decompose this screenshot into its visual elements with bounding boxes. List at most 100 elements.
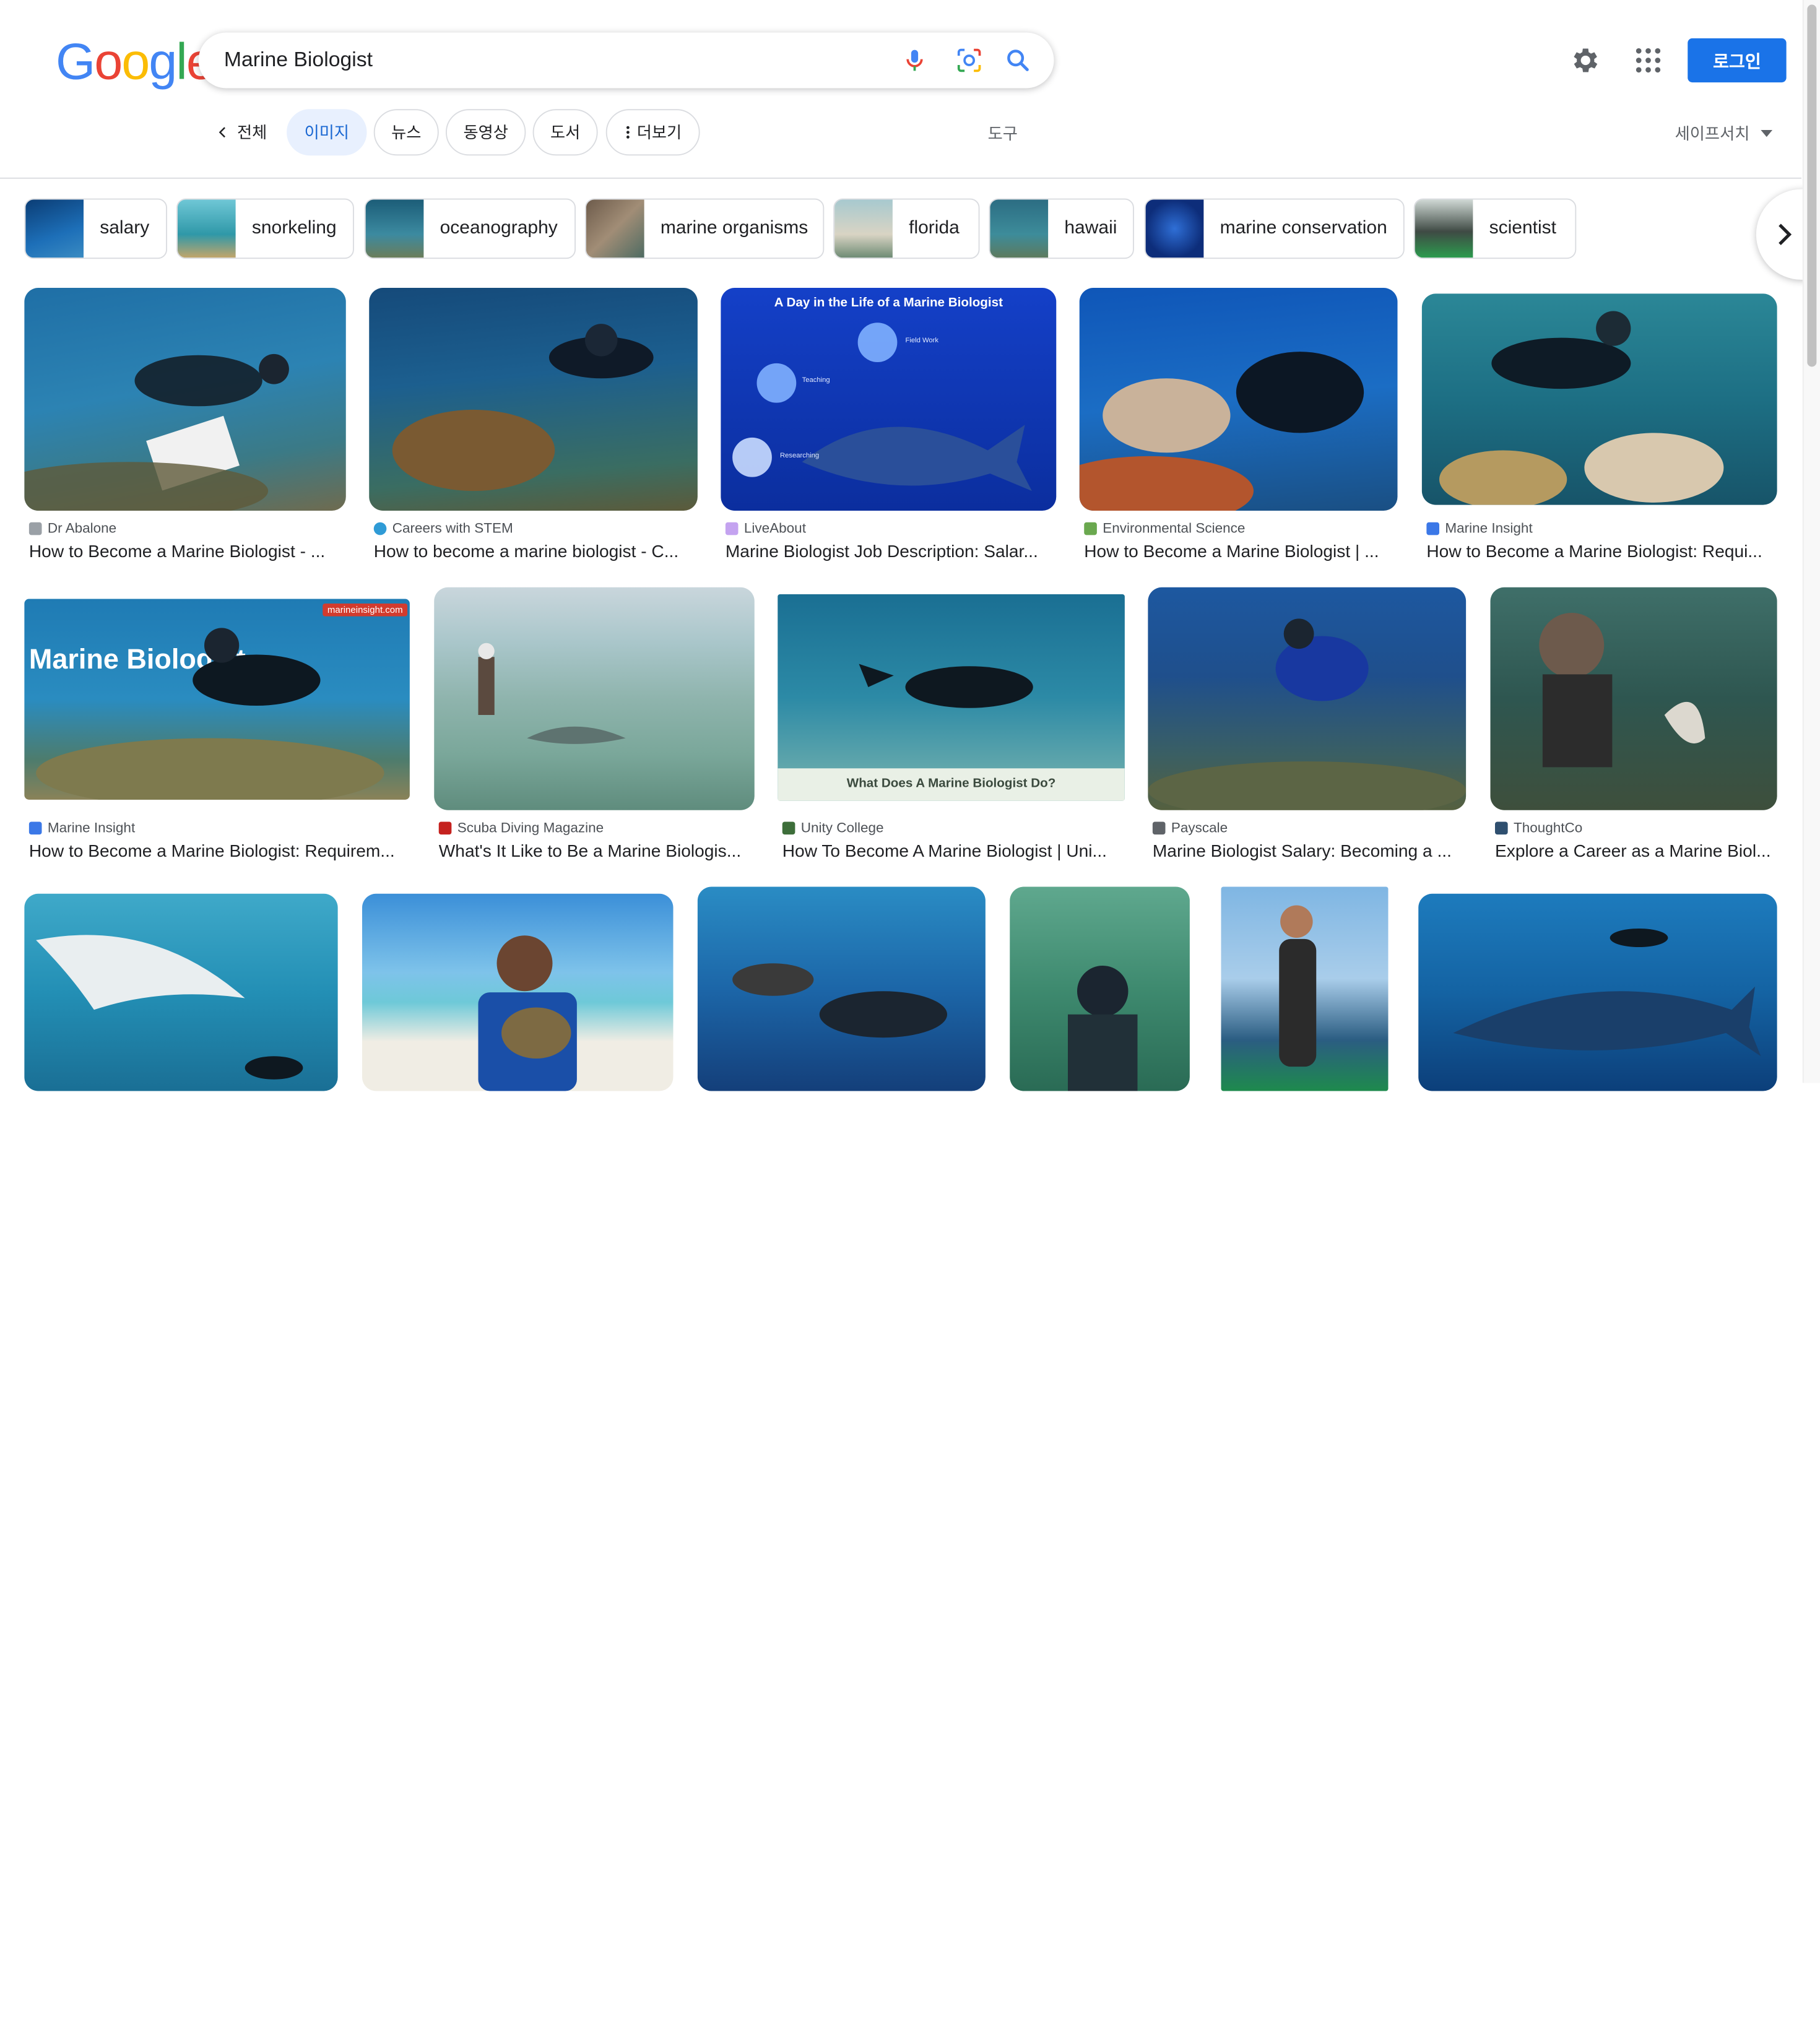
result-image[interactable] (434, 587, 755, 810)
infographic-label: Teaching (802, 377, 830, 384)
result-source[interactable]: Marine Insight (28, 819, 136, 836)
diver-coral-illustration (1439, 311, 1724, 505)
chip-thumbnail (1145, 199, 1204, 258)
result-source[interactable]: Careers with STEM (373, 520, 513, 537)
result-image[interactable] (362, 893, 674, 1091)
chevron-right-icon (1779, 223, 1792, 246)
safesearch-button[interactable]: 세이프서치 (1675, 122, 1773, 145)
result-source-label: Scuba Diving Magazine (457, 819, 604, 836)
result-title[interactable]: How to become a marine biologist - C... (374, 542, 688, 562)
result-title[interactable]: How to Become a Marine Biologist: Requi.… (1426, 542, 1767, 562)
favicon-icon (1426, 521, 1439, 535)
result-image[interactable]: Marine Biologist marineinsight.com (24, 599, 410, 800)
chip-snorkeling[interactable]: snorkeling (176, 198, 354, 259)
result-title[interactable]: Marine Biologist Job Description: Salar.… (726, 542, 1047, 562)
result-title[interactable]: How to Become a Marine Biologist | ... (1084, 542, 1388, 562)
google-logo[interactable]: Google (56, 33, 215, 93)
result-source[interactable]: Scuba Diving Magazine (438, 819, 604, 836)
chip-label: florida (909, 218, 960, 238)
result-image[interactable] (24, 893, 338, 1091)
chip-thumbnail (990, 199, 1049, 258)
result-image[interactable] (1418, 893, 1777, 1091)
result-title[interactable]: Explore a Career as a Marine Biol... (1495, 841, 1774, 861)
diver-illustration (24, 353, 289, 511)
diver-kelp-illustration (1068, 966, 1138, 1091)
result-image[interactable] (24, 288, 346, 511)
search-icon[interactable] (1004, 46, 1032, 74)
favicon-icon (782, 821, 795, 834)
chip-florida[interactable]: florida (833, 198, 980, 259)
chip-scientist[interactable]: scientist (1413, 198, 1577, 259)
tab-news[interactable]: 뉴스 (373, 109, 439, 156)
google-images-page: Google Marine Biologist 로그인 (0, 0, 1820, 2031)
result-image[interactable] (1148, 587, 1467, 810)
result-image[interactable] (1221, 886, 1389, 1091)
result-image[interactable] (697, 886, 986, 1091)
search-box[interactable]: Marine Biologist (198, 32, 1054, 89)
tab-all[interactable]: 전체 (200, 109, 284, 155)
result-source-label: Unity College (800, 819, 884, 836)
chip-salary[interactable]: salary (24, 198, 167, 259)
result-image[interactable] (1421, 293, 1777, 505)
tab-more-label: 더보기 (636, 123, 682, 142)
result-source-label: ThoughtCo (1514, 819, 1583, 836)
result-source-label: Environmental Science (1103, 520, 1246, 537)
diver-quadrat-illustration (36, 628, 384, 800)
result-title[interactable]: What's It Like to Be a Marine Biologis..… (439, 841, 745, 861)
result-source[interactable]: Environmental Science (1084, 520, 1245, 536)
favicon-icon (438, 821, 452, 834)
apps-grid-icon[interactable] (1632, 44, 1665, 77)
chip-thumbnail (1415, 199, 1473, 258)
result-image[interactable] (369, 288, 698, 511)
chip-label: hawaii (1064, 218, 1117, 238)
result-title[interactable]: How to Become a Marine Biologist - ... (29, 542, 337, 562)
chip-label: oceanography (440, 218, 558, 238)
result-source[interactable]: ThoughtCo (1495, 820, 1582, 836)
chip-marine-organisms[interactable]: marine organisms (585, 198, 825, 259)
favicon-icon (28, 821, 42, 834)
tab-books[interactable]: 도서 (532, 109, 598, 156)
favicon-icon (1152, 821, 1166, 834)
result-source-label: Marine Insight (47, 819, 136, 836)
chip-thumbnail (586, 199, 644, 258)
chip-label: salary (100, 218, 150, 238)
result-source[interactable]: Unity College (782, 820, 884, 836)
tab-more[interactable]: 더보기 (605, 109, 700, 156)
search-input[interactable]: Marine Biologist (224, 48, 373, 72)
favicon-icon (725, 521, 739, 535)
result-source-label: Careers with STEM (392, 520, 513, 537)
camera-lens-icon[interactable] (955, 46, 983, 74)
lionfish-illustration (1079, 352, 1364, 511)
chip-thumbnail (177, 199, 236, 258)
login-button[interactable]: 로그인 (1688, 38, 1787, 83)
tab-images[interactable]: 이미지 (287, 109, 367, 156)
infographic-label: Field Work (905, 337, 939, 345)
result-title[interactable]: How to Become a Marine Biologist: Requir… (29, 841, 401, 861)
result-source[interactable]: Marine Insight (1426, 520, 1533, 536)
settings-gear-icon[interactable] (1569, 44, 1602, 77)
header-divider (0, 177, 1801, 179)
scrollbar-thumb[interactable] (1807, 4, 1817, 367)
result-source[interactable]: Payscale (1152, 820, 1228, 836)
tab-videos[interactable]: 동영상 (446, 109, 526, 156)
result-source[interactable]: Dr Abalone (28, 520, 116, 536)
woman-boat-illustration (1279, 905, 1317, 1067)
favicon-icon (28, 521, 42, 535)
result-image[interactable] (1010, 886, 1190, 1091)
chip-hawaii[interactable]: hawaii (989, 198, 1134, 259)
diver-shark-illustration (1539, 613, 1705, 768)
dolphins-shallow-illustration (478, 643, 626, 744)
chip-marine-conservation[interactable]: marine conservation (1144, 198, 1405, 259)
result-source[interactable]: LiveAbout (725, 520, 806, 536)
result-title[interactable]: How To Become A Marine Biologist | Uni..… (782, 841, 1116, 861)
result-image[interactable] (1490, 587, 1777, 810)
chip-oceanography[interactable]: oceanography (364, 198, 576, 259)
microphone-icon[interactable] (901, 46, 929, 74)
tools-button[interactable]: 도구 (988, 122, 1018, 145)
result-image[interactable]: A Day in the Life of a Marine Biologist … (721, 288, 1057, 511)
result-image[interactable] (1079, 288, 1398, 511)
result-title[interactable]: Marine Biologist Salary: Becoming a ... (1153, 841, 1457, 861)
result-image[interactable]: What Does A Marine Biologist Do? (778, 594, 1125, 801)
chip-label: marine conservation (1220, 218, 1387, 238)
caret-down-icon (1761, 130, 1773, 137)
